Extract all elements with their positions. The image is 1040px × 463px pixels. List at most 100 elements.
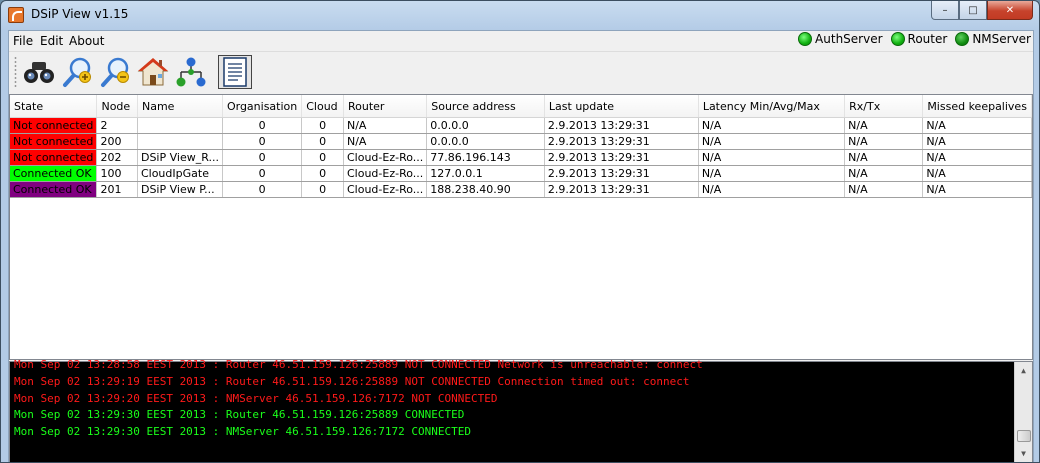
maximize-button[interactable]: □: [959, 1, 987, 20]
cell-node: 2: [96, 117, 138, 134]
cell-state: Not connected: [10, 117, 98, 134]
cell-name: [137, 133, 223, 150]
binoculars-icon: [24, 62, 54, 83]
column-header-name[interactable]: Name: [137, 95, 223, 118]
zoom-in-icon: [63, 57, 91, 87]
cell-last-update: 2.9.2013 13:29:31: [544, 133, 699, 150]
cell-source: 127.0.0.1: [426, 165, 545, 182]
client-area: File Edit About AuthServer Router NMServ…: [8, 30, 1034, 462]
status-label: NMServer: [972, 32, 1031, 46]
cell-last-update: 2.9.2013 13:29:31: [544, 117, 699, 134]
log-line: Mon Sep 02 13:29:19 EEST 2013 : Router 4…: [14, 374, 690, 388]
nodes-grid: State Node Name Organisation Cloud Route…: [10, 95, 1032, 198]
toolbar: [9, 51, 1033, 95]
status-authserver: AuthServer: [798, 32, 883, 46]
zoom-out-icon: [101, 57, 129, 87]
cell-latency: N/A: [698, 165, 846, 182]
status-nmserver: NMServer: [955, 32, 1031, 46]
cell-org: 0: [222, 181, 303, 198]
menu-file[interactable]: File: [13, 34, 33, 48]
binoculars-button[interactable]: [22, 55, 56, 89]
zoom-out-button[interactable]: [98, 55, 132, 89]
cell-cloud: 0: [301, 149, 344, 166]
cell-state: Connected OK: [10, 181, 98, 198]
close-button[interactable]: ✕: [987, 1, 1033, 20]
cell-last-update: 2.9.2013 13:29:31: [544, 165, 699, 182]
status-label: AuthServer: [815, 32, 883, 46]
menu-edit[interactable]: Edit: [40, 34, 63, 48]
cell-missed: N/A: [922, 181, 1032, 198]
cell-name: CloudIpGate: [137, 165, 223, 182]
cell-latency: N/A: [698, 149, 846, 166]
column-header-last-update[interactable]: Last update: [544, 95, 699, 118]
table-row[interactable]: Not connected 202 DSiP View_R... 0 0 Cloud-Ez…: [10, 149, 1032, 166]
cell-rxtx: N/A: [844, 181, 924, 198]
cell-missed: N/A: [922, 117, 1032, 134]
zoom-in-button[interactable]: [60, 55, 94, 89]
cell-router: N/A: [343, 133, 428, 150]
menu-about[interactable]: About: [69, 34, 104, 48]
status-led-icon: [798, 32, 813, 46]
column-header-router[interactable]: Router: [343, 95, 428, 118]
cell-latency: N/A: [698, 181, 846, 198]
column-header-latency[interactable]: Latency Min/Avg/Max: [698, 95, 846, 118]
table-row[interactable]: Not connected 200 0 0 N/A 0.0.0.0 2.9.2013 13:…: [10, 133, 1032, 150]
cell-source: 188.238.40.90: [426, 181, 545, 198]
connection-status: AuthServer Router NMServer: [790, 32, 1031, 46]
status-router: Router: [890, 32, 948, 46]
cell-router: Cloud-Ez-Ro...: [343, 181, 428, 198]
app-icon[interactable]: [8, 7, 24, 23]
status-led-icon: [890, 32, 905, 46]
minimize-button[interactable]: –: [931, 1, 959, 20]
scroll-thumb[interactable]: [1017, 430, 1031, 442]
cell-state: Not connected: [10, 149, 98, 166]
cell-router: Cloud-Ez-Ro...: [343, 149, 428, 166]
column-header-state[interactable]: State: [10, 95, 98, 118]
cell-cloud: 0: [301, 181, 344, 198]
column-header-missed-keepalives[interactable]: Missed keepalives: [922, 95, 1032, 118]
network-button[interactable]: [174, 55, 208, 89]
toolbar-grip[interactable]: [14, 56, 17, 88]
title-bar[interactable]: DSiP View v1.15 – □ ✕: [1, 1, 1039, 29]
table-row[interactable]: Connected OK 201 DSiP View P... 0 0 Cloud-Ez-…: [10, 181, 1032, 198]
home-button[interactable]: [136, 55, 170, 89]
log-lines: Mon Sep 02 13:28:58 EEST 2013 : Router 4…: [14, 357, 1012, 441]
log-line: Mon Sep 02 13:29:30 EEST 2013 : Router 4…: [14, 408, 465, 422]
column-header-source-address[interactable]: Source address: [426, 95, 545, 118]
cell-state: Connected OK: [10, 165, 98, 182]
column-header-cloud[interactable]: Cloud: [301, 95, 344, 118]
scroll-down-icon[interactable]: ▼: [1015, 445, 1032, 462]
cell-org: 0: [222, 149, 303, 166]
cell-missed: N/A: [922, 165, 1032, 182]
cell-rxtx: N/A: [844, 165, 924, 182]
window-title: DSiP View v1.15: [31, 7, 129, 21]
cell-source: 77.86.196.143: [426, 149, 545, 166]
table-row[interactable]: Not connected 2 0 0 N/A 0.0.0.0 2.9.2013 13:29…: [10, 117, 1032, 134]
cell-latency: N/A: [698, 117, 846, 134]
cell-rxtx: N/A: [844, 149, 924, 166]
column-header-rxtx[interactable]: Rx/Tx: [844, 95, 924, 118]
cell-org: 0: [222, 133, 303, 150]
cell-node: 100: [96, 165, 138, 182]
menu-bar: File Edit About AuthServer Router NMServ…: [9, 31, 1033, 51]
status-label: Router: [907, 32, 948, 46]
column-header-organisation[interactable]: Organisation: [222, 95, 303, 118]
document-button[interactable]: [218, 55, 252, 89]
log-line: Mon Sep 02 13:28:58 EEST 2013 : Router 4…: [14, 358, 703, 371]
cell-node: 202: [96, 149, 138, 166]
column-header-node[interactable]: Node: [96, 95, 138, 118]
cell-name: DSiP View_R...: [137, 149, 223, 166]
cell-rxtx: N/A: [844, 133, 924, 150]
cell-router: N/A: [343, 117, 428, 134]
cell-last-update: 2.9.2013 13:29:31: [544, 181, 699, 198]
log-line: Mon Sep 02 13:29:20 EEST 2013 : NMServer…: [14, 391, 498, 405]
cell-router: Cloud-Ez-Ro...: [343, 165, 428, 182]
cell-latency: N/A: [698, 133, 846, 150]
log-line: Mon Sep 02 13:29:30 EEST 2013 : NMServer…: [14, 425, 471, 439]
nodes-table: State Node Name Organisation Cloud Route…: [9, 94, 1033, 360]
cell-last-update: 2.9.2013 13:29:31: [544, 149, 699, 166]
scroll-up-icon[interactable]: ▲: [1015, 362, 1032, 379]
table-row[interactable]: Connected OK 100 CloudIpGate 0 0 Cloud-Ez-Ro.…: [10, 165, 1032, 182]
log-console[interactable]: Mon Sep 02 13:28:58 EEST 2013 : Router 4…: [9, 358, 1033, 462]
log-scrollbar[interactable]: ▲ ▼: [1014, 362, 1032, 462]
